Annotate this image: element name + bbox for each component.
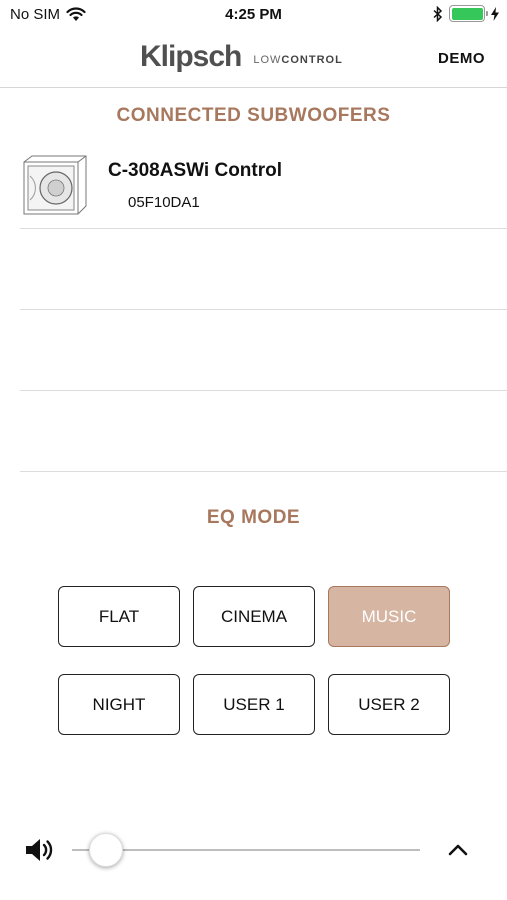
brand-wordmark: Klipsch [140, 40, 242, 73]
status-time: 4:25 PM [225, 6, 282, 23]
connected-subwoofers-title: CONNECTED SUBWOOFERS [116, 105, 391, 126]
eq-mode-title: EQ MODE [206, 507, 301, 528]
volume-slider-track[interactable] [72, 849, 420, 851]
brand-subtitle-bold: CONTROL [281, 54, 343, 66]
eq-night-button[interactable]: NIGHT [58, 674, 180, 735]
subwoofer-icon [23, 155, 87, 215]
subwoofer-row[interactable]: C-308ASWi Control 05F10DA1 [20, 148, 507, 229]
bluetooth-icon [433, 5, 443, 22]
status-bar: No SIM 4:25 PM [0, 0, 507, 30]
demo-button[interactable]: DEMO [438, 50, 485, 67]
volume-slider-thumb[interactable] [89, 833, 124, 867]
eq-flat-button[interactable]: FLAT [58, 586, 180, 647]
eq-cinema-button[interactable]: CINEMA [193, 586, 315, 647]
empty-subwoofer-slot [20, 391, 507, 472]
status-right [433, 5, 499, 22]
eq-music-button[interactable]: MUSIC [328, 586, 450, 647]
brand-subtitle: LOWCONTROL [253, 54, 342, 66]
eq-user2-button[interactable]: USER 2 [328, 674, 450, 735]
app-header: Klipsch LOWCONTROL DEMO [0, 30, 507, 88]
eq-user1-button[interactable]: USER 1 [193, 674, 315, 735]
speaker-icon[interactable] [24, 836, 54, 864]
empty-subwoofer-slot [20, 310, 507, 391]
volume-bar [0, 820, 507, 880]
charging-bolt-icon [491, 6, 499, 21]
subwoofer-name: C-308ASWi Control [108, 160, 283, 181]
battery-tip [486, 11, 488, 16]
battery-icon [449, 5, 488, 22]
empty-subwoofer-slot [20, 229, 507, 310]
battery-fill [451, 7, 483, 20]
brand-subtitle-light: LOW [253, 54, 282, 66]
subwoofer-id: 05F10DA1 [128, 194, 200, 211]
brand-logo: Klipsch LOWCONTROL [140, 38, 343, 76]
chevron-up-icon[interactable] [445, 837, 471, 863]
eq-mode-grid: FLAT CINEMA MUSIC NIGHT USER 1 USER 2 [58, 586, 450, 735]
